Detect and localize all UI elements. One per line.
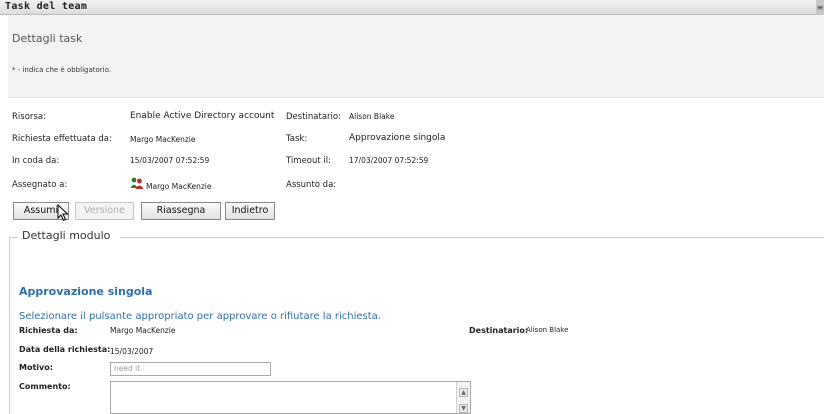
required-note: * - indica che è obbligatorio.	[12, 66, 111, 74]
form-destinatario-value: Alison Blake	[526, 326, 569, 334]
data-richiesta-label: Data della richiesta:	[19, 345, 111, 354]
richiesta-da-value: Margo MacKenzie	[110, 326, 176, 335]
task-header-panel: Dettagli task * - indica che è obbligato…	[8, 15, 824, 98]
user-group-icon	[130, 176, 144, 193]
page-subtitle: Dettagli task	[12, 32, 83, 45]
motivo-label: Motivo:	[19, 363, 53, 372]
titlebar-menu-icon[interactable]: ≡	[816, 0, 824, 15]
task-label: Task:	[286, 134, 308, 144]
scroll-down-icon[interactable]: ▼	[459, 404, 468, 413]
richiesta-label: Richiesta effettuata da:	[12, 134, 112, 144]
fieldset-border-top	[120, 237, 824, 238]
form-details-legend: Dettagli modulo	[19, 229, 114, 242]
timeout-value: 17/03/2007 07:52:59	[349, 156, 429, 165]
riassegna-button[interactable]: Riassegna	[141, 202, 221, 220]
richiesta-value: Margo MacKenzie	[130, 135, 196, 144]
risorsa-value: Enable Active Directory account	[130, 111, 275, 121]
window-title: Task del team	[5, 1, 88, 12]
commento-label: Commento:	[19, 382, 71, 391]
task-value: Approvazione singola	[349, 133, 446, 143]
window-titlebar: Task del team ≡	[0, 0, 824, 15]
indietro-button[interactable]: Indietro	[225, 202, 275, 220]
richiesta-da-label: Richiesta da:	[19, 326, 78, 335]
assegnato-value: Margo MacKenzie	[146, 182, 212, 191]
mouse-pointer-icon	[57, 203, 69, 225]
versione-button[interactable]: Versione	[75, 202, 134, 220]
fieldset-border-left-top	[9, 237, 18, 238]
scroll-up-icon[interactable]: ▲	[459, 388, 468, 397]
destinatario-label: Destinatario:	[286, 112, 341, 122]
commento-scrollbar[interactable]: ▲ ▼	[456, 382, 470, 413]
in-coda-value: 15/03/2007 07:52:59	[130, 156, 210, 165]
timeout-label: Timeout il:	[286, 156, 332, 166]
assegnato-label: Assegnato a:	[12, 180, 68, 190]
form-destinatario-label: Destinatario:	[469, 326, 529, 335]
fieldset-border-left	[9, 237, 10, 414]
destinatario-value: Alison Blake	[349, 112, 395, 121]
motivo-input[interactable]: need it	[110, 362, 271, 376]
assunto-label: Assunto da:	[286, 180, 337, 190]
form-instruction: Selezionare il pulsante appropriato per …	[19, 311, 381, 322]
risorsa-label: Risorsa:	[12, 112, 46, 122]
in-coda-label: In coda da:	[12, 156, 60, 166]
data-richiesta-value: 15/03/2007	[110, 347, 154, 356]
form-title: Approvazione singola	[19, 285, 153, 298]
commento-textarea[interactable]: ▲ ▼	[110, 381, 471, 414]
